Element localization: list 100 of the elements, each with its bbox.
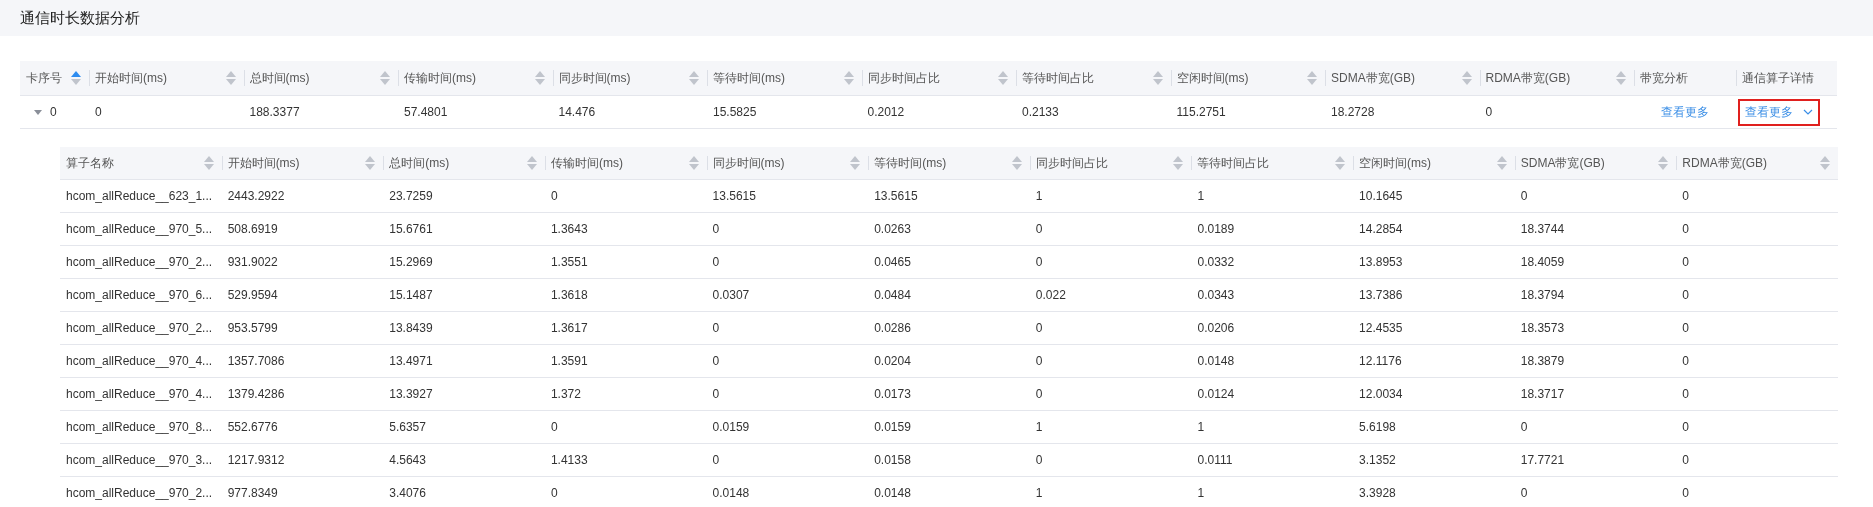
table-cell: 5.6198: [1353, 411, 1515, 444]
table-cell: 18.3794: [1514, 279, 1677, 312]
table-cell: 18.3573: [1514, 312, 1677, 345]
column-header[interactable]: 同步时间占比: [861, 61, 1016, 96]
sort-icon[interactable]: [526, 156, 537, 170]
table-cell: 1.4133: [544, 444, 707, 477]
table-cell: hcom_allReduce__970_2...: [60, 477, 222, 507]
table-cell: 0.0148: [1191, 345, 1354, 378]
column-header[interactable]: 传输时间(ms): [544, 147, 707, 180]
sort-icon[interactable]: [380, 71, 390, 85]
table-cell: 13.5615: [706, 180, 869, 213]
column-header[interactable]: 等待时间占比: [1016, 61, 1171, 96]
table-cell: 15.5825: [707, 96, 862, 129]
table-cell: 0.0158: [868, 444, 1030, 477]
column-header[interactable]: 传输时间(ms): [398, 61, 553, 96]
table-cell: 1.3591: [544, 345, 707, 378]
caret-icon[interactable]: [34, 108, 42, 116]
column-header[interactable]: 总时间(ms): [383, 147, 545, 180]
table-cell: 1.3618: [544, 279, 707, 312]
table-cell: hcom_allReduce__970_3...: [60, 444, 222, 477]
column-header[interactable]: 总时间(ms): [243, 61, 398, 96]
column-header[interactable]: 等待时间(ms): [707, 61, 862, 96]
sort-icon[interactable]: [1616, 71, 1626, 85]
sort-icon[interactable]: [1461, 71, 1472, 85]
sort-icon[interactable]: [71, 71, 81, 85]
table-cell: 0: [544, 180, 707, 213]
sort-icon[interactable]: [1152, 71, 1163, 85]
page-title: 通信时长数据分析: [20, 8, 140, 28]
table-cell: hcom_allReduce__970_8...: [60, 411, 222, 444]
table-cell: 18.3744: [1514, 213, 1677, 246]
sort-icon[interactable]: [225, 71, 236, 85]
table-cell: 0: [1676, 477, 1838, 507]
table-cell: 0: [1676, 312, 1838, 345]
table-cell: 17.7721: [1514, 444, 1677, 477]
column-header[interactable]: 空闲时间(ms): [1170, 61, 1325, 96]
column-header[interactable]: 开始时间(ms): [221, 147, 384, 180]
sort-icon[interactable]: [998, 71, 1008, 85]
column-header[interactable]: 同步时间(ms): [552, 61, 707, 96]
table-cell: 0: [1029, 312, 1192, 345]
sort-icon[interactable]: [850, 156, 861, 170]
table-cell: 1: [1191, 411, 1354, 444]
table-cell: 0: [1676, 345, 1838, 378]
table-cell: 0.0173: [868, 378, 1030, 411]
sort-icon[interactable]: [843, 71, 854, 85]
table-cell: 13.7386: [1353, 279, 1515, 312]
view-more-link[interactable]: 查看更多: [1654, 98, 1716, 126]
table-cell: 1: [1191, 477, 1354, 507]
column-header[interactable]: 卡序号: [20, 61, 89, 96]
table-cell: 0: [1676, 444, 1838, 477]
table-cell: 0: [1029, 444, 1192, 477]
column-header[interactable]: RDMA带宽(GB): [1676, 147, 1838, 180]
column-header[interactable]: SDMA带宽(GB): [1325, 61, 1480, 96]
table-cell: 0: [1676, 378, 1838, 411]
sort-icon[interactable]: [1496, 156, 1507, 170]
table-cell: 13.8439: [383, 312, 545, 345]
table-cell-text: 0: [50, 105, 57, 119]
sort-icon[interactable]: [1335, 156, 1346, 170]
table-cell: 0: [1029, 246, 1192, 279]
table-cell: 1.372: [544, 378, 707, 411]
view-more-link[interactable]: 查看更多: [1738, 98, 1820, 126]
table-cell: 188.3377: [243, 96, 398, 129]
table-cell: 0: [706, 378, 869, 411]
column-header[interactable]: 同步时间占比: [1029, 147, 1192, 180]
table-cell: 0: [1676, 180, 1838, 213]
sort-icon[interactable]: [365, 156, 376, 170]
table-cell: 552.6776: [221, 411, 384, 444]
sort-icon[interactable]: [688, 156, 699, 170]
table-cell: 0: [544, 411, 707, 444]
column-header[interactable]: 开始时间(ms): [89, 61, 244, 96]
sort-icon[interactable]: [689, 71, 699, 85]
table-cell: hcom_allReduce__970_6...: [60, 279, 222, 312]
table-cell: 0: [706, 312, 869, 345]
table-cell: 0: [706, 345, 869, 378]
column-header[interactable]: 同步时间(ms): [706, 147, 869, 180]
table-cell: hcom_allReduce__970_4...: [60, 378, 222, 411]
table-cell: 0.0332: [1191, 246, 1354, 279]
chevron-down-icon: [1803, 109, 1813, 115]
table-cell: 13.5615: [868, 180, 1030, 213]
sort-icon[interactable]: [1173, 156, 1184, 170]
table-cell: 0: [1514, 180, 1677, 213]
column-header[interactable]: 空闲时间(ms): [1353, 147, 1515, 180]
column-header[interactable]: 等待时间占比: [1191, 147, 1354, 180]
sort-icon[interactable]: [1307, 71, 1317, 85]
column-header[interactable]: 算子名称: [60, 147, 222, 180]
sort-icon[interactable]: [203, 156, 214, 170]
sort-icon[interactable]: [1658, 156, 1669, 170]
table-cell: 1357.7086: [221, 345, 384, 378]
table-cell: 0.0148: [868, 477, 1030, 507]
column-header[interactable]: 等待时间(ms): [868, 147, 1030, 180]
table-cell: 1: [1029, 411, 1192, 444]
column-header[interactable]: SDMA带宽(GB): [1514, 147, 1677, 180]
sort-icon[interactable]: [1820, 156, 1830, 170]
table-cell: 23.7259: [383, 180, 545, 213]
table-cell: 0: [1029, 213, 1192, 246]
column-header[interactable]: RDMA带宽(GB): [1479, 61, 1634, 96]
table-cell: 977.8349: [221, 477, 384, 507]
table-cell: 18.2728: [1325, 96, 1480, 129]
sort-icon[interactable]: [1011, 156, 1022, 170]
table-cell: 508.6919: [221, 213, 384, 246]
sort-icon[interactable]: [534, 71, 545, 85]
